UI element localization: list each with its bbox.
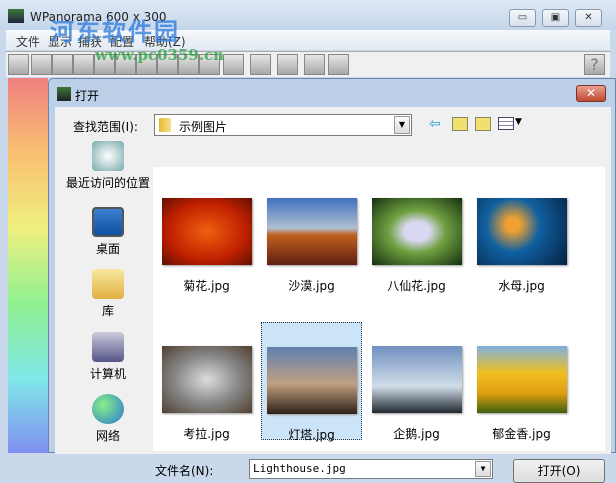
file-item[interactable]: 考拉.jpg [156, 342, 257, 460]
file-item[interactable]: 八仙花.jpg [366, 194, 467, 312]
recent-icon [92, 141, 124, 171]
file-name: 灯塔.jpg [288, 428, 335, 442]
place-label: 最近访问的位置 [65, 176, 150, 190]
thumbnail [371, 346, 462, 413]
library-icon [92, 269, 124, 299]
dialog-icon [57, 87, 71, 101]
file-item[interactable]: 企鹅.jpg [366, 342, 467, 460]
help-topic-icon[interactable] [328, 54, 349, 75]
place-desktop[interactable]: 桌面 [63, 207, 153, 257]
place-label: 网络 [95, 429, 120, 443]
tool-button-13[interactable] [277, 54, 298, 75]
open-button[interactable]: 打开(O) [513, 459, 605, 483]
thumbnail [161, 198, 252, 265]
back-icon[interactable]: ⇦ [429, 116, 441, 132]
tool-button-1[interactable] [8, 54, 29, 75]
file-name: 水母.jpg [498, 279, 545, 293]
place-label: 桌面 [95, 242, 120, 256]
network-icon [92, 394, 124, 424]
file-item[interactable]: 水母.jpg [471, 194, 572, 312]
menu-file[interactable]: 文件 [16, 33, 40, 50]
filename-value: Lighthouse.jpg [253, 462, 346, 475]
filename-dropdown-icon[interactable]: ▼ [475, 461, 491, 477]
desktop-icon [92, 207, 124, 237]
file-item[interactable]: 沙漠.jpg [261, 194, 362, 312]
tool-button-2[interactable] [31, 54, 52, 75]
file-list: 菊花.jpg 沙漠.jpg 八仙花.jpg 水母.jpg 考拉.jpg 灯塔.j… [153, 167, 605, 451]
file-name: 郁金香.jpg [492, 427, 551, 441]
file-name: 沙漠.jpg [288, 279, 335, 293]
file-name: 企鹅.jpg [393, 427, 440, 441]
panorama-color-strip [8, 78, 48, 453]
new-folder-icon[interactable] [475, 117, 491, 131]
filename-input[interactable]: Lighthouse.jpg ▼ [249, 459, 493, 479]
place-library[interactable]: 库 [63, 269, 153, 319]
dialog-body: 查找范围(I): 示例图片 ▼ ⇦ ▼ 最近访问的位置 桌面 库 计算机 网络 … [55, 107, 611, 483]
file-item[interactable]: 菊花.jpg [156, 194, 257, 312]
thumbnail [371, 198, 462, 265]
thumbnail [476, 198, 567, 265]
thumbnail [476, 346, 567, 413]
maximize-button[interactable]: ▣ [542, 9, 569, 27]
tool-button-12[interactable] [250, 54, 271, 75]
watermark-url: www.pc0359.cn [95, 46, 225, 64]
place-label: 计算机 [89, 367, 126, 381]
close-button[interactable]: ✕ [575, 9, 602, 27]
thumbnail [266, 198, 357, 265]
view-chevron-icon[interactable]: ▼ [515, 117, 522, 127]
view-menu-icon[interactable] [498, 117, 514, 130]
open-dialog: 打开 ✕ 查找范围(I): 示例图片 ▼ ⇦ ▼ 最近访问的位置 桌面 库 计算… [48, 78, 616, 483]
file-name: 考拉.jpg [183, 427, 230, 441]
sound-icon[interactable] [223, 54, 244, 75]
place-computer[interactable]: 计算机 [63, 332, 153, 382]
app-icon [8, 9, 24, 23]
thumbnail [266, 347, 357, 414]
minimize-button[interactable]: ▭ [509, 9, 536, 27]
file-name: 八仙花.jpg [387, 279, 446, 293]
filename-label: 文件名(N): [155, 464, 214, 478]
file-item-selected[interactable]: 灯塔.jpg [261, 322, 362, 442]
watermark-name: 河东软件园 [50, 18, 180, 46]
help-button[interactable]: ? [584, 54, 605, 75]
up-folder-icon[interactable] [452, 117, 468, 131]
tool-button-3[interactable] [52, 54, 73, 75]
tool-button-4[interactable] [73, 54, 94, 75]
file-name: 菊花.jpg [183, 279, 230, 293]
chevron-down-icon[interactable]: ▼ [394, 116, 410, 134]
folder-icon [159, 118, 171, 132]
place-recent[interactable]: 最近访问的位置 [63, 141, 153, 191]
file-item[interactable]: 郁金香.jpg [471, 342, 572, 460]
thumbnail [161, 346, 252, 413]
dialog-title: 打开 [75, 89, 100, 103]
lookin-value: 示例图片 [179, 120, 228, 134]
lookin-select[interactable]: 示例图片 ▼ [154, 114, 412, 136]
dialog-close-button[interactable]: ✕ [576, 85, 606, 102]
lookin-label: 查找范围(I): [73, 120, 138, 134]
place-network[interactable]: 网络 [63, 394, 153, 444]
computer-icon [92, 332, 124, 362]
book-icon[interactable] [304, 54, 325, 75]
place-label: 库 [101, 304, 114, 318]
